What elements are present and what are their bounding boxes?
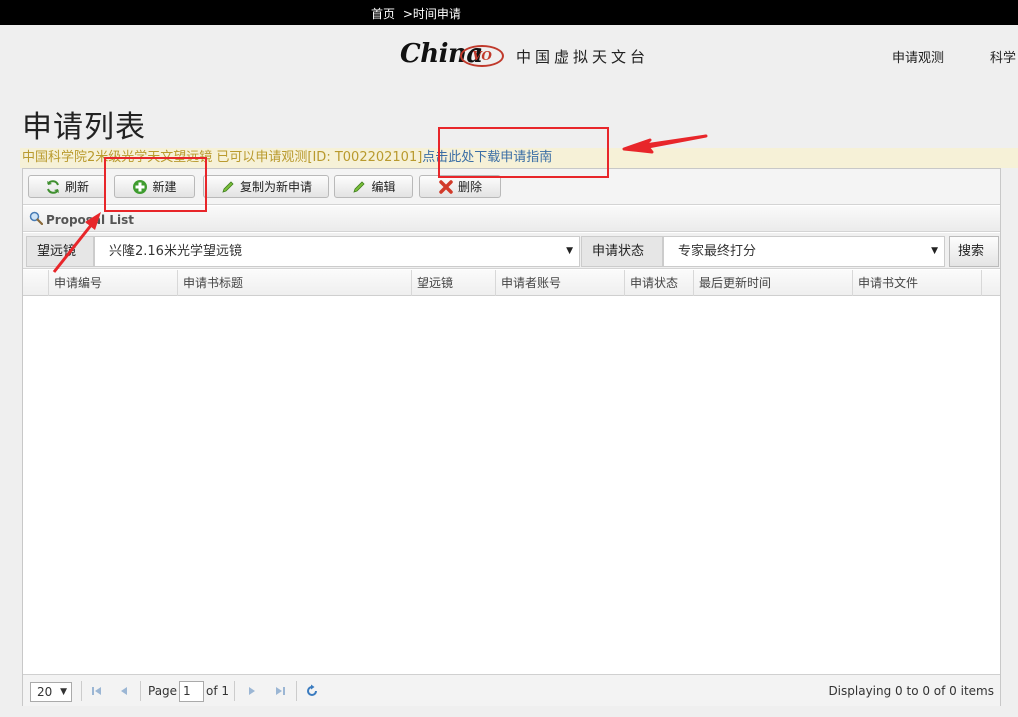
breadcrumb: 首页 >时间申请 — [371, 5, 461, 22]
grid-body — [23, 297, 1000, 673]
copy-as-new-button[interactable]: 复制为新申请 — [203, 175, 329, 198]
logo-vo-mark: VO — [460, 45, 504, 67]
site-header: China VO 中国虚拟天文台 申请观测 科学 — [0, 25, 1018, 95]
refresh-button[interactable]: 刷新 — [28, 175, 106, 198]
pager-separator — [234, 681, 235, 701]
pager-separator — [140, 681, 141, 701]
magnifier-icon — [29, 211, 44, 228]
chevron-down-icon: ▼ — [60, 687, 67, 697]
row-number-header — [23, 270, 49, 296]
filter-bar: 望远镜 兴隆2.16米光学望远镜 ▼ 申请状态 专家最终打分 ▼ 搜索 — [23, 233, 1000, 269]
page-size-select[interactable]: 20 ▼ — [30, 682, 72, 702]
page-title: 申请列表 — [22, 110, 146, 145]
annotation-box-guide-link — [438, 127, 609, 178]
chinavo-logo[interactable]: China VO 中国虚拟天文台 — [400, 37, 660, 73]
edit-label: 编辑 — [371, 180, 396, 194]
refresh-icon — [45, 179, 61, 195]
display-summary: Displaying 0 to 0 of 0 items — [828, 684, 994, 698]
page-number-input[interactable]: 1 — [179, 681, 204, 702]
refresh-label: 刷新 — [64, 180, 89, 194]
prev-page-icon[interactable] — [117, 684, 131, 698]
nav-item-apply-observation[interactable]: 申请观测 — [892, 47, 944, 66]
pagination-bar: 20 ▼ Page 1 of 1 Displaying 0 to 0 of 0 … — [23, 674, 1000, 706]
annotation-box-new-button — [104, 157, 207, 212]
breadcrumb-current: >时间申请 — [402, 7, 461, 21]
pager-separator — [296, 681, 297, 701]
page-size-value: 20 — [37, 685, 53, 699]
top-bar: 首页 >时间申请 — [0, 0, 1018, 25]
proposal-list-title: Proposal List — [46, 212, 134, 227]
delete-x-icon — [438, 179, 454, 195]
search-button[interactable]: 搜索 — [949, 236, 999, 267]
status-select-value: 专家最终打分 — [678, 244, 757, 259]
page-count-label: of 1 — [206, 684, 230, 698]
nav-item-science[interactable]: 科学 — [990, 47, 1016, 66]
first-page-icon[interactable] — [90, 684, 104, 698]
last-page-icon[interactable] — [273, 684, 287, 698]
delete-label: 删除 — [457, 180, 482, 194]
notice-message: 中国科学院2米级光学天文望远镜 已可以申请观测[ID: T002202101] — [22, 150, 423, 165]
column-proposal-id[interactable]: 申请编号 — [49, 270, 178, 296]
copy-as-new-label: 复制为新申请 — [239, 180, 312, 194]
proposal-panel: 刷新 新建 复制为新申请 编辑 删除 Proposal List 望远镜 兴隆2… — [22, 168, 1001, 706]
chevron-down-icon: ▼ — [566, 246, 573, 256]
pager-separator — [81, 681, 82, 701]
telescope-select-value: 兴隆2.16米光学望远镜 — [109, 244, 242, 259]
pencil-icon — [351, 179, 367, 195]
column-last-updated[interactable]: 最后更新时间 — [694, 270, 853, 296]
column-status[interactable]: 申请状态 — [625, 270, 694, 296]
logo-chinese-name: 中国虚拟天文台 — [516, 48, 650, 66]
grid-header: 申请编号 申请书标题 望远镜 申请者账号 申请状态 最后更新时间 申请书文件 — [23, 270, 1000, 296]
status-filter-label: 申请状态 — [581, 236, 663, 267]
reload-icon[interactable] — [305, 684, 319, 698]
edit-button[interactable]: 编辑 — [334, 175, 413, 198]
column-proposal-title[interactable]: 申请书标题 — [178, 270, 412, 296]
telescope-select[interactable]: 兴隆2.16米光学望远镜 ▼ — [94, 236, 580, 267]
breadcrumb-home[interactable]: 首页 — [371, 5, 395, 22]
column-proposal-file[interactable]: 申请书文件 — [853, 270, 982, 296]
pencil-icon — [220, 179, 236, 195]
status-select[interactable]: 专家最终打分 ▼ — [663, 236, 945, 267]
column-applicant-account[interactable]: 申请者账号 — [496, 270, 625, 296]
next-page-icon[interactable] — [245, 684, 259, 698]
chevron-down-icon: ▼ — [931, 246, 938, 256]
column-telescope[interactable]: 望远镜 — [412, 270, 496, 296]
telescope-filter-label: 望远镜 — [26, 236, 94, 267]
page-label: Page — [148, 684, 178, 698]
delete-button[interactable]: 删除 — [419, 175, 501, 198]
